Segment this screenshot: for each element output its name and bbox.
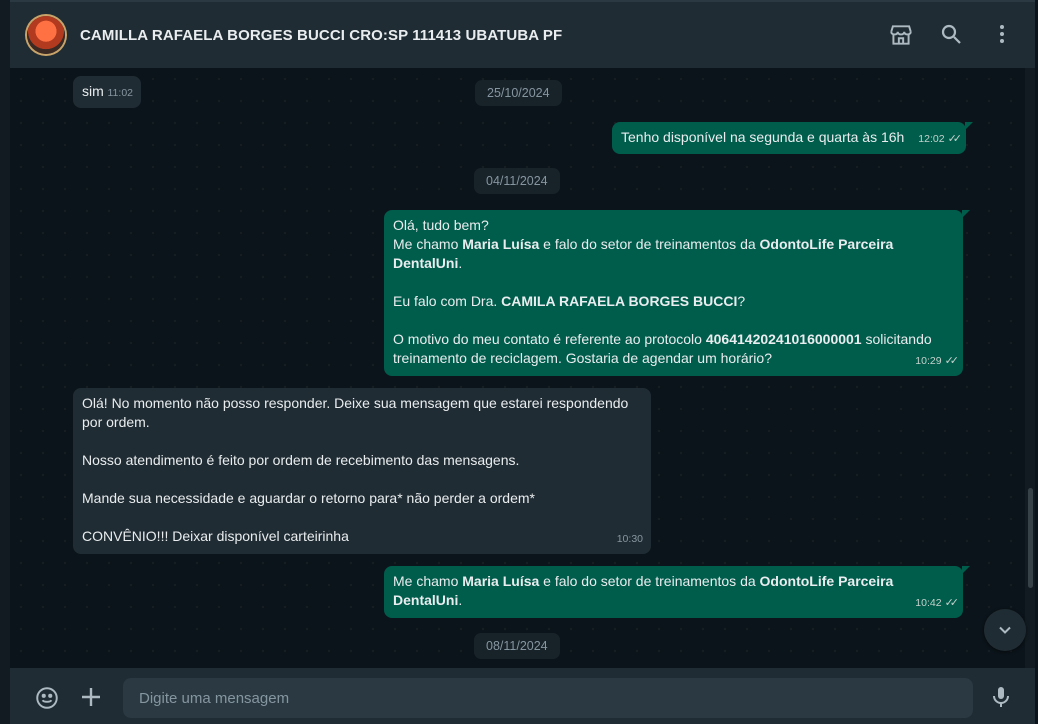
text-span: Olá, tudo bem?: [393, 217, 489, 233]
time-label: 10:42: [915, 597, 942, 609]
double-check-icon: ✓✓: [947, 133, 963, 145]
message-time: 12:02 ✓✓: [918, 130, 963, 149]
double-check-icon: ✓✓: [944, 597, 960, 609]
search-icon[interactable]: [939, 22, 965, 48]
scrollbar-thumb[interactable]: [1028, 488, 1033, 588]
left-edge: [0, 0, 10, 724]
composer-bar: [10, 668, 1035, 724]
message-time: 10:42 ✓✓: [915, 594, 960, 613]
bold-text: Maria Luísa: [462, 573, 540, 589]
time-label: 11:02: [107, 87, 134, 99]
message-line: Mande sua necessidade e aguardar o retor…: [82, 490, 535, 506]
message-list[interactable]: sim 11:02 25/10/2024 Tenho disponível na…: [10, 68, 1025, 668]
emoji-icon[interactable]: [34, 685, 60, 716]
mic-icon[interactable]: [989, 684, 1013, 715]
text-span: e falo do setor de treinamentos da: [539, 573, 760, 589]
message-outgoing: Olá, tudo bem? Me chamo Maria Luísa e fa…: [384, 210, 970, 376]
message-line: Olá! No momento não posso responder. Dei…: [82, 395, 629, 430]
message-line: O motivo do meu contato é referente ao p…: [393, 330, 954, 368]
time-label: 10:30: [616, 533, 643, 545]
double-check-icon: ✓✓: [944, 355, 960, 367]
date-separator: 25/10/2024: [475, 80, 562, 106]
text-span: ?: [737, 293, 746, 309]
text-span: e falo do setor de treinamentos da: [539, 236, 760, 252]
message-line: Me chamo Maria Luísa e falo do setor de …: [393, 235, 954, 273]
message-input-wrapper: [123, 678, 973, 718]
message-time: 11:02: [108, 84, 134, 103]
scroll-down-button[interactable]: [984, 609, 1026, 651]
text-span: .: [458, 255, 463, 271]
message-line: Nosso atendimento é feito por ordem de r…: [82, 452, 520, 468]
text-span: Eu falo com Dra.: [393, 293, 502, 309]
message-time: 10:30: [617, 530, 643, 549]
time-label: 12:02: [918, 133, 945, 145]
text-span: .: [458, 592, 463, 608]
bubble-tail: [962, 210, 970, 218]
date-separator: 04/11/2024: [474, 168, 560, 194]
message-line: Eu falo com Dra. CAMILA RAFAELA BORGES B…: [393, 292, 954, 311]
date-separator: 08/11/2024: [474, 633, 560, 659]
message-input[interactable]: [123, 678, 973, 718]
text-span: O motivo do meu contato é referente ao p…: [393, 331, 706, 347]
bubble-tail: [962, 566, 970, 574]
text-span: Me chamo: [393, 236, 463, 252]
message-time: 10:29 ✓✓: [915, 352, 960, 371]
chevron-down-icon: [999, 626, 1011, 634]
message-text: sim: [82, 83, 104, 99]
message-outgoing: Tenho disponível na segunda e quarta às …: [612, 122, 973, 154]
text-span: Me chamo: [393, 573, 463, 589]
message-incoming: sim 11:02: [73, 76, 141, 108]
contact-avatar[interactable]: [27, 16, 65, 54]
message-line: Me chamo Maria Luísa e falo do setor de …: [393, 572, 954, 610]
bold-text: 40641420241016000001: [705, 331, 862, 347]
message-incoming: Olá! No momento não posso responder. Dei…: [73, 388, 651, 554]
plus-icon[interactable]: [79, 685, 103, 714]
store-icon[interactable]: [888, 22, 914, 48]
menu-dots-icon[interactable]: [990, 22, 1016, 48]
chat-header: CAMILLA RAFAELA BORGES BUCCI CRO:SP 1114…: [10, 0, 1035, 68]
message-text: Tenho disponível na segunda e quarta às …: [621, 129, 905, 145]
bold-text: CAMILA RAFAELA BORGES BUCCI: [501, 293, 738, 309]
scrollbar[interactable]: [1025, 68, 1035, 668]
time-label: 10:29: [915, 355, 942, 367]
bold-text: Maria Luísa: [462, 236, 540, 252]
contact-name[interactable]: CAMILLA RAFAELA BORGES BUCCI CRO:SP 1114…: [80, 27, 562, 44]
message-outgoing: Me chamo Maria Luísa e falo do setor de …: [384, 566, 970, 618]
bubble-tail: [965, 122, 973, 130]
message-line: CONVÊNIO!!! Deixar disponível carteirinh…: [82, 528, 349, 544]
message-line: Olá, tudo bem?: [393, 216, 954, 235]
